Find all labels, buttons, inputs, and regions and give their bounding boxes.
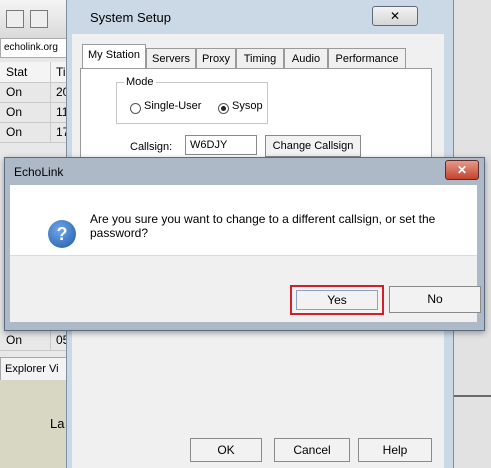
copy-icon[interactable] (6, 10, 24, 28)
cancel-button[interactable]: Cancel (274, 438, 350, 462)
address-field[interactable]: echolink.org (0, 38, 75, 58)
tab-servers[interactable]: Servers (146, 48, 196, 69)
callsign-field[interactable]: W6DJY (185, 135, 257, 155)
sysop-radio[interactable] (218, 103, 229, 114)
close-button[interactable]: ✕ (372, 6, 418, 26)
dialog-message: Are you sure you want to change to a dif… (90, 212, 436, 240)
setup-lower-panel (80, 330, 430, 430)
question-icon: ? (48, 220, 76, 248)
paste-icon[interactable] (30, 10, 48, 28)
single-user-label[interactable]: Single-User (144, 100, 201, 112)
dialog-close-button[interactable]: ✕ (445, 160, 479, 180)
tab-audio[interactable]: Audio (284, 48, 328, 69)
no-button[interactable]: No (389, 286, 481, 313)
callsign-label: Callsign: (130, 141, 173, 153)
tab-proxy[interactable]: Proxy (196, 48, 236, 69)
yes-label: Yes (327, 293, 347, 307)
yes-button[interactable]: Yes (290, 285, 384, 315)
table-cell: On (0, 122, 51, 142)
table-cell: On (0, 330, 51, 350)
column-header-stat[interactable]: Stat (0, 62, 51, 82)
tab-performance[interactable]: Performance (328, 48, 406, 69)
table-cell: On (0, 82, 51, 102)
change-callsign-button[interactable]: Change Callsign (265, 135, 361, 157)
pane-label: La (50, 416, 65, 431)
sysop-label[interactable]: Sysop (232, 100, 263, 112)
table-cell: On (0, 102, 51, 122)
tab-my-station[interactable]: My Station (82, 44, 146, 69)
help-button[interactable]: Help (358, 438, 432, 462)
tab-timing[interactable]: Timing (236, 48, 284, 69)
window-title: System Setup (90, 10, 171, 25)
mode-label: Mode (124, 76, 156, 88)
single-user-radio[interactable] (130, 103, 141, 114)
dialog-title: EchoLink (14, 165, 64, 179)
ok-button[interactable]: OK (190, 438, 262, 462)
divider (452, 395, 491, 397)
